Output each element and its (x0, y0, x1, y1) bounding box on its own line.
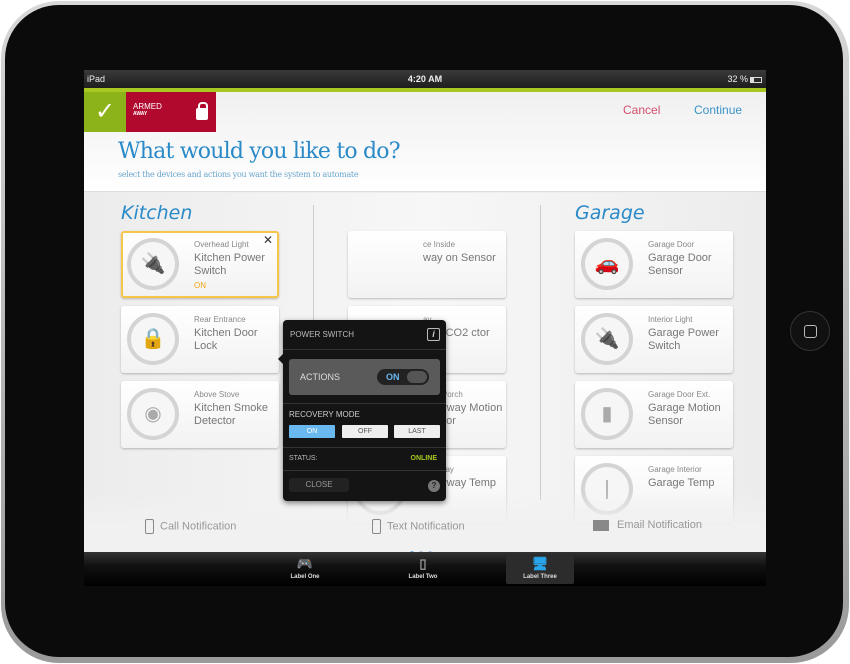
status-label: STATUS: (289, 455, 318, 462)
device-card-kitchen-power-switch[interactable]: 🔌 Overhead Light Kitchen Power Switch ON… (121, 231, 279, 298)
divider (283, 470, 446, 471)
close-icon[interactable]: ✕ (263, 233, 273, 247)
smoke-detector-icon: ◉ (127, 388, 179, 440)
cancel-button[interactable]: Cancel (623, 103, 660, 117)
device-name: Kitchen Smoke Detector (194, 402, 268, 427)
notification-label: Call Notification (160, 520, 237, 533)
device-grid: Kitchen Garage 🔌 Overhead Light Kitchen … (84, 193, 766, 555)
notification-label: Text Notification (387, 520, 465, 533)
actions-label: ACTIONS (300, 372, 341, 382)
battery-percent: 32 % (727, 74, 748, 84)
tab-label: Label Two (408, 574, 438, 580)
device-name: Garage Temp (648, 477, 715, 489)
tab-label-three[interactable]: 🖥 Label Three (506, 554, 574, 584)
device-name: way on Sensor (423, 252, 496, 264)
device-location: Above Stove (194, 390, 240, 399)
armed-status-badge[interactable]: ARMED AWAY (126, 92, 216, 132)
device-name: Garage Motion Sensor (648, 402, 721, 427)
device-card[interactable]: 🔒 Rear Entrance Kitchen Door Lock (121, 306, 279, 373)
device-location: Rear Entrance (194, 315, 246, 324)
tab-bar: 🎮 Label One ▯ Label Two 🖥 Label Three (84, 552, 766, 586)
device-name: Garage Door Sensor (648, 252, 712, 277)
actions-row: ACTIONS ON (289, 359, 440, 395)
phone-icon (145, 519, 154, 534)
continue-button[interactable]: Continue (694, 103, 742, 117)
tab-label: Label Three (523, 574, 557, 580)
column-divider (540, 205, 541, 500)
device-card[interactable]: 🔌 Interior Light Garage Power Switch (575, 306, 733, 373)
clock: 4:20 AM (407, 74, 443, 84)
device-location: Garage Door Ext. (648, 390, 711, 399)
device-name: Kitchen Door Lock (194, 327, 258, 352)
device-card[interactable]: ce Inside way on Sensor (348, 231, 506, 298)
actions-toggle[interactable]: ON (377, 369, 429, 385)
gamepad-icon: 🎮 (296, 556, 314, 571)
toggle-label: ON (386, 372, 400, 382)
recovery-last-button[interactable]: LAST (394, 425, 440, 438)
phone-icon (372, 519, 381, 534)
page-title: What would you like to do? (118, 139, 401, 164)
recovery-off-button[interactable]: OFF (342, 425, 388, 438)
device-location: Interior Light (648, 315, 693, 324)
device-name: Garage Power Switch (648, 327, 719, 352)
envelope-icon (593, 519, 609, 531)
info-icon[interactable]: i (427, 328, 440, 341)
device-location: Garage Interior (648, 465, 702, 474)
recovery-on-button[interactable]: ON (289, 425, 335, 438)
plug-icon: 🔌 (581, 313, 633, 365)
tab-label: Label One (290, 574, 320, 580)
divider (283, 403, 446, 404)
divider (283, 447, 446, 448)
battery: 32 % (727, 70, 762, 88)
status-value: ONLINE (410, 455, 437, 462)
device-card[interactable]: 🚗 Garage Door Garage Door Sensor (575, 231, 733, 298)
device-state: ON (194, 281, 206, 290)
device-location: Garage Door (648, 240, 695, 249)
divider (283, 349, 446, 350)
computer-icon: 🖥 (531, 556, 549, 571)
home-button[interactable] (790, 311, 830, 351)
call-notification[interactable]: Call Notification (145, 519, 236, 534)
text-notification[interactable]: Text Notification (372, 519, 465, 534)
section-title-kitchen: Kitchen (121, 202, 193, 224)
device-name: Kitchen Power Switch (194, 252, 265, 277)
email-notification[interactable]: Email Notification (593, 519, 702, 531)
lock-icon: 🔒 (127, 313, 179, 365)
status-bar: iPad 4:20 AM 32 % (84, 70, 766, 88)
motion-sensor-icon: ▮ (581, 388, 633, 440)
battery-icon (750, 76, 762, 83)
help-icon[interactable]: ? (428, 480, 440, 492)
lock-icon (196, 102, 208, 120)
recovery-mode-label: RECOVERY MODE (289, 410, 360, 419)
screen: iPad 4:20 AM 32 % ✓ ARMED AWAY Cancel Co… (84, 70, 766, 586)
power-switch-popover: POWER SWITCH i ACTIONS ON RECOVERY MODE … (278, 320, 446, 501)
tab-label-two[interactable]: ▯ Label Two (389, 554, 457, 584)
ipod-icon: ▯ (419, 556, 427, 571)
popover-arrow (278, 354, 283, 364)
toggle-knob (407, 371, 427, 383)
close-button[interactable]: CLOSE (289, 478, 349, 492)
notification-label: Email Notification (617, 519, 702, 531)
popover-title: POWER SWITCH (290, 330, 354, 339)
device-location: ce Inside (423, 240, 456, 249)
check-icon: ✓ (84, 92, 126, 132)
page-subtitle: select the devices and actions you want … (118, 170, 359, 179)
section-title-garage: Garage (575, 202, 645, 224)
header: ✓ ARMED AWAY Cancel Continue What would … (84, 92, 766, 192)
plug-icon: 🔌 (127, 238, 179, 290)
car-icon: 🚗 (581, 238, 633, 290)
device-card[interactable]: ▮ Garage Door Ext. Garage Motion Sensor (575, 381, 733, 448)
device-location: Overhead Light (194, 240, 249, 249)
tab-label-one[interactable]: 🎮 Label One (271, 554, 339, 584)
device-card[interactable]: ◉ Above Stove Kitchen Smoke Detector (121, 381, 279, 448)
